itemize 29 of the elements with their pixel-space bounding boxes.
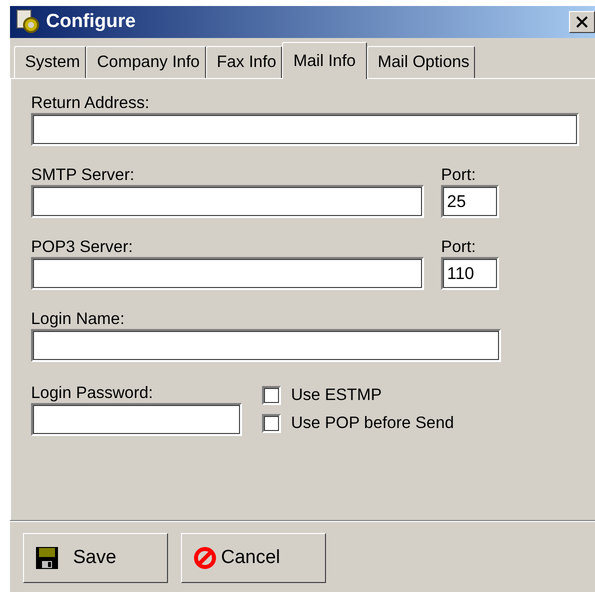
tab[interactable]: Mail Info <box>282 42 367 79</box>
checkbox[interactable] <box>262 414 281 432</box>
checkbox-label: Use POP before Send <box>291 412 454 434</box>
text-field[interactable] <box>31 403 242 436</box>
no-entry-icon <box>193 546 217 570</box>
field-label: SMTP Server: <box>31 165 136 185</box>
tab[interactable]: Fax Info <box>206 46 282 78</box>
field-label: Port: <box>441 237 477 257</box>
text-field[interactable] <box>31 257 424 290</box>
checkbox[interactable] <box>262 386 281 404</box>
window-title: Configure <box>46 10 136 34</box>
tab[interactable]: Company Info <box>86 46 206 78</box>
field-label: Return Address: <box>31 93 150 113</box>
close-icon <box>576 16 588 28</box>
cancel-button[interactable]: Cancel <box>181 533 326 583</box>
text-field[interactable] <box>31 185 424 218</box>
field-label: Login Name: <box>31 309 126 329</box>
field-label: Login Password: <box>31 383 154 403</box>
text-field[interactable] <box>31 329 501 362</box>
field-label: POP3 Server: <box>31 237 134 257</box>
tab[interactable]: Mail Options <box>366 46 476 78</box>
text-field[interactable] <box>31 113 579 146</box>
port-field[interactable]: 25 <box>441 185 499 218</box>
checkbox-label: Use ESTMP <box>291 384 382 406</box>
save-button[interactable]: Save <box>23 533 168 583</box>
tab[interactable]: System <box>14 46 86 78</box>
field-label: Port: <box>441 165 477 185</box>
close-button[interactable] <box>569 11 595 33</box>
port-field[interactable]: 110 <box>441 257 499 290</box>
